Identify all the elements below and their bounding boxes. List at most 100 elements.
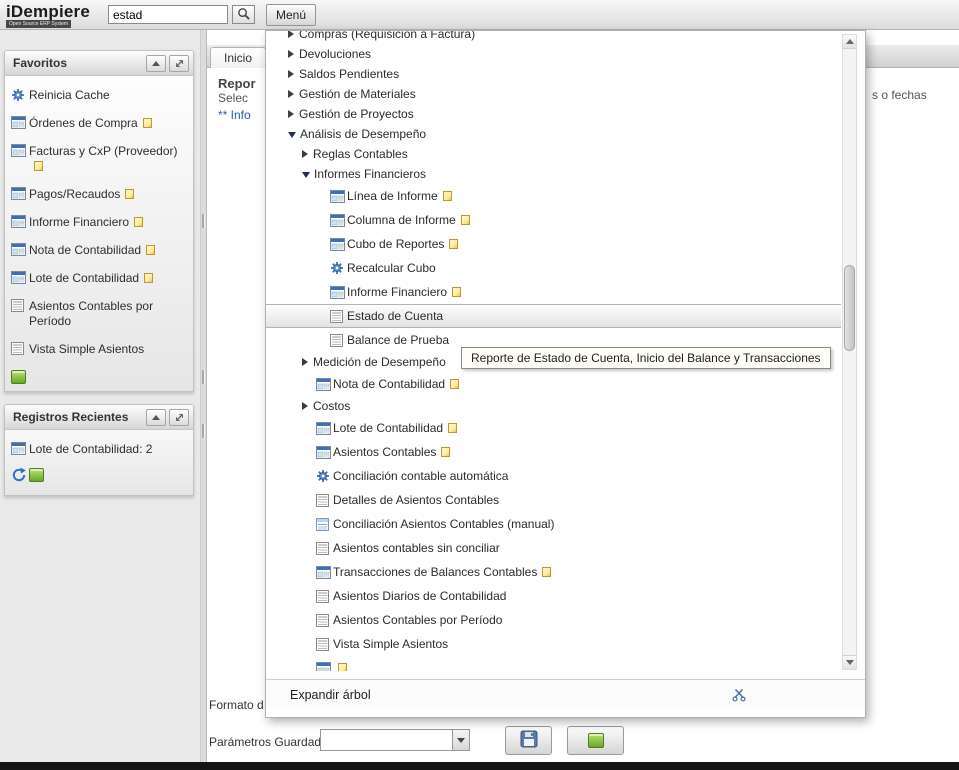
- menu-folder[interactable]: Análisis de Desempeño: [266, 124, 841, 144]
- recent-body: Lote de Contabilidad: 2: [5, 430, 193, 495]
- splitter-handle[interactable]: [202, 214, 205, 228]
- favorite-item[interactable]: Reinicia Cache: [9, 81, 189, 109]
- splitter-handle[interactable]: [202, 370, 205, 384]
- menu-item[interactable]: Recalcular Cubo: [266, 256, 841, 280]
- menu-item[interactable]: Asientos Diarios de Contabilidad: [266, 584, 841, 608]
- menu-item-label: Asientos Diarios de Contabilidad: [333, 589, 506, 603]
- menu-item[interactable]: Lote de Contabilidad: [266, 416, 841, 440]
- menu-item[interactable]: Conciliación Asientos Contables (manual): [266, 512, 841, 536]
- note-icon[interactable]: [146, 245, 155, 255]
- gear-icon: [330, 261, 347, 275]
- saved-params-combobox[interactable]: [320, 729, 470, 751]
- expand-tree-label[interactable]: Expandir árbol: [290, 688, 371, 702]
- splitter-handle[interactable]: [202, 424, 205, 438]
- global-search-input[interactable]: [108, 5, 228, 24]
- menu-item[interactable]: Cubo de Reportes: [266, 232, 841, 256]
- menu-item[interactable]: Línea de Informe: [266, 184, 841, 208]
- note-icon[interactable]: [461, 215, 470, 225]
- menu-item[interactable]: Transacciones de Balances Contables: [266, 560, 841, 584]
- note-icon[interactable]: [134, 217, 143, 227]
- sidebar-splitter[interactable]: [200, 30, 207, 762]
- favorite-item[interactable]: Asientos Contables por Período: [9, 292, 189, 335]
- scrollbar-thumb[interactable]: [844, 265, 855, 351]
- menu-item[interactable]: Vista Simple Asientos: [266, 632, 841, 656]
- menu-folder[interactable]: Compras (Requisición a Factura): [266, 31, 841, 44]
- saved-params-dropdown-button[interactable]: [452, 730, 469, 750]
- note-icon[interactable]: [144, 273, 153, 283]
- note-icon[interactable]: [143, 118, 152, 128]
- note-icon[interactable]: [448, 423, 457, 433]
- note-icon[interactable]: [542, 567, 551, 577]
- favorite-item[interactable]: [9, 363, 189, 390]
- customize-scissors-icon[interactable]: [732, 688, 746, 705]
- triangle-right-icon[interactable]: [302, 358, 308, 366]
- menu-folder[interactable]: Gestión de Proyectos: [266, 104, 841, 124]
- menu-folder[interactable]: Reglas Contables: [266, 144, 841, 164]
- triangle-down-icon[interactable]: [288, 132, 296, 138]
- refresh-recent-button[interactable]: [11, 467, 27, 486]
- note-icon[interactable]: [450, 379, 459, 389]
- window-icon: [11, 271, 29, 284]
- menu-scrollbar[interactable]: [842, 34, 857, 670]
- favorite-item[interactable]: Informe Financiero: [9, 208, 189, 236]
- tab-inicio[interactable]: Inicio: [210, 47, 266, 68]
- info-link-fragment[interactable]: ** Info: [218, 108, 251, 122]
- triangle-right-icon[interactable]: [288, 70, 294, 78]
- note-icon[interactable]: [452, 287, 461, 297]
- triangle-right-icon[interactable]: [302, 150, 308, 158]
- collapse-favorites-button[interactable]: [146, 55, 166, 72]
- saved-params-input[interactable]: [321, 730, 452, 750]
- menu-folder[interactable]: Costos: [266, 396, 841, 416]
- menu-item[interactable]: Informe Financiero: [266, 280, 841, 304]
- favorite-item[interactable]: Órdenes de Compra: [9, 109, 189, 137]
- note-icon[interactable]: [441, 447, 450, 457]
- delete-params-button[interactable]: [567, 726, 624, 755]
- search-button[interactable]: [232, 5, 255, 24]
- menu-item[interactable]: Columna de Informe: [266, 208, 841, 232]
- window-icon: [316, 566, 333, 579]
- menu-item-label: Compras (Requisición a Factura): [299, 31, 475, 41]
- note-icon[interactable]: [34, 161, 43, 171]
- menu-folder[interactable]: Devoluciones: [266, 44, 841, 64]
- menu-folder[interactable]: Saldos Pendientes: [266, 64, 841, 84]
- note-icon[interactable]: [443, 191, 452, 201]
- menu-item[interactable]: Conciliación contable automática: [266, 464, 841, 488]
- triangle-right-icon[interactable]: [288, 31, 294, 38]
- note-icon[interactable]: [338, 663, 347, 671]
- menu-button[interactable]: Menú: [266, 4, 316, 26]
- triangle-right-icon[interactable]: [302, 402, 308, 410]
- note-icon[interactable]: [449, 239, 458, 249]
- collapse-recent-button[interactable]: [146, 409, 166, 426]
- menu-item[interactable]: [266, 656, 841, 671]
- note-icon[interactable]: [125, 189, 134, 199]
- triangle-down-icon[interactable]: [302, 172, 310, 178]
- expand-favorites-button[interactable]: [169, 55, 189, 72]
- menu-item[interactable]: Nota de Contabilidad: [266, 372, 841, 396]
- scroll-up-button[interactable]: [843, 35, 856, 49]
- menu-folder[interactable]: Informes Financieros: [266, 164, 841, 184]
- menu-item[interactable]: Detalles de Asientos Contables: [266, 488, 841, 512]
- menu-folder[interactable]: Gestión de Materiales: [266, 84, 841, 104]
- triangle-right-icon[interactable]: [288, 50, 294, 58]
- favorite-item[interactable]: Nota de Contabilidad: [9, 236, 189, 264]
- menu-item[interactable]: Asientos Contables por Período: [266, 608, 841, 632]
- favorite-item[interactable]: Pagos/Recaudos: [9, 180, 189, 208]
- magnifier-icon: [237, 7, 250, 23]
- menu-item[interactable]: Asientos Contables: [266, 440, 841, 464]
- triangle-right-icon[interactable]: [288, 110, 294, 118]
- window-icon: [316, 378, 333, 391]
- expand-recent-button[interactable]: [169, 409, 189, 426]
- scroll-down-button[interactable]: [843, 655, 856, 669]
- menu-item[interactable]: Asientos contables sin conciliar: [266, 536, 841, 560]
- menu-item[interactable]: Estado de Cuenta: [266, 304, 841, 328]
- favorite-item[interactable]: Vista Simple Asientos: [9, 335, 189, 363]
- favorite-item-label: Nota de Contabilidad: [29, 243, 155, 258]
- triangle-right-icon[interactable]: [288, 90, 294, 98]
- recent-record-item[interactable]: Lote de Contabilidad: 2: [9, 435, 189, 463]
- favorite-item[interactable]: Facturas y CxP (Proveedor): [9, 137, 189, 180]
- save-disk-icon: [520, 730, 538, 751]
- save-params-button[interactable]: [505, 726, 552, 755]
- favorite-item[interactable]: Lote de Contabilidad: [9, 264, 189, 292]
- window-icon: [11, 116, 29, 129]
- archive-recent-button[interactable]: [29, 468, 44, 485]
